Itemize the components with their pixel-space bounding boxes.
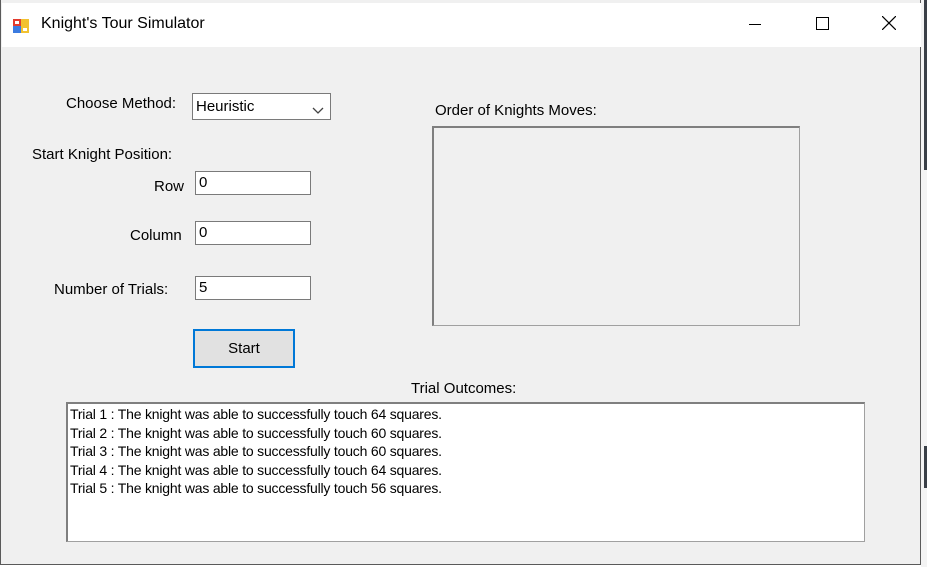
moves-label: Order of Knights Moves: [435, 102, 597, 119]
minimize-icon [749, 17, 761, 34]
row-input[interactable]: 0 [195, 171, 311, 195]
close-button[interactable] [866, 3, 912, 47]
method-select[interactable]: Heuristic [192, 93, 331, 120]
outcome-line: Trial 1 : The knight was able to success… [70, 406, 442, 422]
method-label: Choose Method: [66, 95, 177, 112]
desktop-background [921, 0, 927, 567]
title-bar[interactable]: Knight's Tour Simulator [2, 3, 921, 47]
close-icon [881, 15, 897, 34]
outcome-line: Trial 5 : The knight was able to success… [70, 480, 442, 496]
moves-output[interactable] [432, 126, 800, 326]
row-label: Row [154, 178, 185, 195]
trials-input[interactable]: 5 [195, 276, 311, 300]
start-button[interactable]: Start [193, 329, 295, 368]
outcome-line: Trial 3 : The knight was able to success… [70, 443, 442, 459]
app-icon [12, 17, 30, 35]
outcome-line: Trial 2 : The knight was able to success… [70, 424, 442, 441]
outcomes-label: Trial Outcomes: [411, 380, 517, 397]
column-input[interactable]: 0 [195, 221, 311, 245]
outcomes-output[interactable]: Trial 1 : The knight was able to success… [66, 402, 865, 542]
maximize-button[interactable] [799, 3, 845, 47]
outcome-line: Trial 4 : The knight was able to success… [70, 461, 442, 478]
start-button-label: Start [228, 340, 260, 357]
app-window: Knight's Tour Simulator Choose Method: H… [0, 0, 921, 565]
column-label: Column [130, 227, 182, 244]
method-select-value: Heuristic [196, 98, 255, 115]
chevron-down-icon [312, 102, 324, 114]
maximize-icon [815, 16, 829, 34]
window-title: Knight's Tour Simulator [41, 15, 205, 32]
minimize-button[interactable] [732, 3, 778, 47]
start-position-label: Start Knight Position: [32, 146, 173, 163]
trials-label: Number of Trials: [54, 281, 169, 298]
